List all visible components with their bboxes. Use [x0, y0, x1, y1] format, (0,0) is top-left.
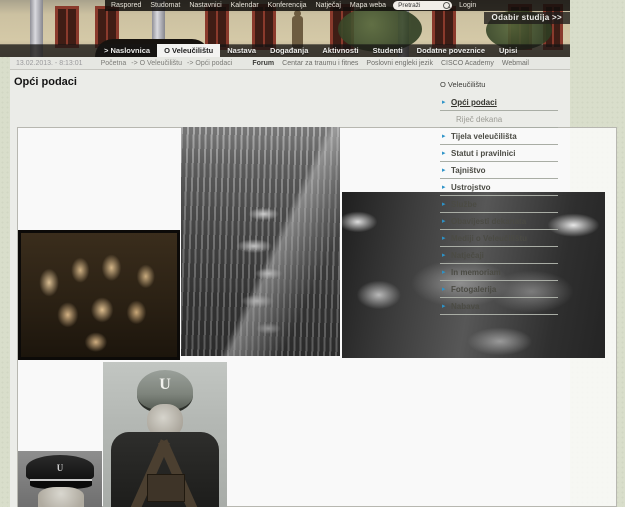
sidebar-item[interactable]: ▸ In memoriam [440, 264, 558, 281]
sidebar-item[interactable]: Riječ dekana [440, 111, 558, 128]
chevron-right-icon: ▸ [442, 166, 446, 174]
sidebar-item[interactable]: ▸ Tijela veleučilišta [440, 128, 558, 145]
sidebar-item-label: Obavijesti dekanata [451, 217, 526, 226]
top-menu-item[interactable]: Raspored [111, 2, 141, 9]
building-window [432, 6, 456, 48]
chevron-right-icon: ▸ [442, 217, 446, 225]
nav-tab[interactable]: Upisi [492, 44, 524, 57]
sidebar-item-label: Nabava [451, 302, 479, 311]
breadcrumb-item[interactable]: -> Opći podaci [187, 60, 232, 67]
cap-letter: U [57, 463, 64, 473]
status-bar: 13.02.2013. - 8:13:01 Početna -> O Veleuč… [10, 57, 570, 70]
sidebar-item-label: Opći podaci [451, 98, 497, 107]
breadcrumb-item[interactable]: -> O Veleučilištu [131, 60, 182, 67]
chevron-right-icon: ▸ [442, 98, 446, 106]
sidebar-item-label: Mediji o Veleučilištu [451, 234, 527, 243]
sidebar-menu: ▸ Opći podaci Riječ dekana ▸ Tijela veleučil… [440, 94, 558, 315]
sidebar: O Veleučilištu ▸Opći podaciRiječ dekana▸… [440, 80, 558, 315]
top-menu-item[interactable]: Kalendar [231, 2, 259, 9]
sidebar-item-label: In memoriam [451, 268, 501, 277]
top-menu: Raspored Studomat Nastavnici Kalendar Konfer… [111, 2, 386, 9]
helmet-letter: U [159, 376, 171, 394]
login-link[interactable]: Login [459, 2, 476, 9]
header-banner: Raspored Studomat Nastavnici Kalendar Konfer… [0, 0, 570, 57]
sidebar-item[interactable]: ▸ Obavijesti dekanata [440, 213, 558, 230]
nav-tab[interactable]: Nastava [220, 44, 263, 57]
sidebar-header: O Veleučilištu [440, 80, 558, 89]
quick-link[interactable]: CISCO Academy [441, 60, 494, 67]
chevron-right-icon: ▸ [442, 132, 446, 140]
sidebar-item[interactable]: ▸ Opći podaci [440, 94, 558, 111]
sidebar-item[interactable]: ▸ Mediji o Veleučilištu [440, 230, 558, 247]
chevron-right-icon: ▸ [442, 251, 446, 259]
sidebar-item[interactable]: ▸ Službe [440, 196, 558, 213]
breadcrumb: Početna -> O Veleučilištu -> Opći podaci [101, 60, 233, 67]
photo-mass-grave [181, 127, 340, 356]
sidebar-item[interactable]: ▸ Statut i pravilnici [440, 145, 558, 162]
search-input[interactable] [398, 2, 440, 9]
top-menu-item[interactable]: Studomat [150, 2, 180, 9]
nav-tab[interactable]: > Naslovnica [97, 44, 157, 57]
top-menu-item[interactable]: Mapa weba [350, 2, 386, 9]
main-nav-tabs: > NaslovnicaO VeleučilištuNastavaDogađan… [0, 44, 570, 57]
chevron-right-icon: ▸ [442, 285, 446, 293]
soldier-pouch [147, 474, 185, 502]
quick-link[interactable]: Centar za traumu i fitnes [282, 60, 358, 67]
officer-face [38, 487, 84, 507]
sidebar-item[interactable]: ▸ Ustrojstvo [440, 179, 558, 196]
nav-tab[interactable]: O Veleučilištu [157, 44, 220, 57]
building-window [55, 6, 79, 48]
quick-links: Forum Centar za traumu i fitnes Poslovni e… [252, 60, 529, 67]
photo-ustasha-soldier: U [103, 362, 227, 507]
search-icon[interactable] [443, 2, 450, 9]
page-title: Opći podaci [14, 76, 77, 88]
photo-officer-cap: U [18, 451, 102, 507]
nav-tab[interactable]: Događanja [263, 44, 315, 57]
sidebar-item[interactable]: ▸ Tajništvo [440, 162, 558, 179]
nav-tab[interactable]: Dodatne poveznice [410, 44, 492, 57]
top-menu-item[interactable]: Konferencija [268, 2, 307, 9]
odabir-studija-button[interactable]: Odabir studija >> [484, 12, 570, 24]
sidebar-item-label: Statut i pravilnici [451, 149, 515, 158]
officer-cap: U [26, 455, 94, 481]
sidebar-item-label: Riječ dekana [456, 115, 502, 124]
breadcrumb-item[interactable]: Početna [101, 60, 127, 67]
sidebar-item-label: Službe [451, 200, 477, 209]
quick-link[interactable]: Forum [252, 60, 274, 67]
sidebar-item-label: Ustrojstvo [451, 183, 491, 192]
sidebar-item-label: Tijela veleučilišta [451, 132, 517, 141]
sidebar-item[interactable]: ▸ Natječaji [440, 247, 558, 264]
chevron-right-icon: ▸ [442, 183, 446, 191]
quick-link[interactable]: Webmail [502, 60, 529, 67]
top-menu-item[interactable]: Natječaj [316, 2, 341, 9]
top-menu-item[interactable]: Nastavnici [189, 2, 221, 9]
chevron-right-icon: ▸ [442, 302, 446, 310]
top-menu-bar: Raspored Studomat Nastavnici Kalendar Konfer… [105, 0, 570, 11]
sidebar-item[interactable]: ▸ Nabava [440, 298, 558, 315]
photo-group-of-men [18, 230, 180, 360]
sidebar-item-label: Tajništvo [451, 166, 486, 175]
chevron-right-icon: ▸ [442, 234, 446, 242]
datetime: 13.02.2013. - 8:13:01 [16, 60, 83, 67]
search-box [393, 1, 452, 10]
nav-tab[interactable]: Aktivnosti [315, 44, 365, 57]
sidebar-item-label: Fotogalerija [451, 285, 496, 294]
nav-tab[interactable]: Studenti [366, 44, 410, 57]
sidebar-item[interactable]: ▸ Fotogalerija [440, 281, 558, 298]
chevron-right-icon: ▸ [442, 200, 446, 208]
quick-link[interactable]: Poslovni engleki jezik [366, 60, 433, 67]
chevron-right-icon: ▸ [442, 268, 446, 276]
sidebar-item-label: Natječaji [451, 251, 484, 260]
chevron-right-icon: ▸ [442, 149, 446, 157]
